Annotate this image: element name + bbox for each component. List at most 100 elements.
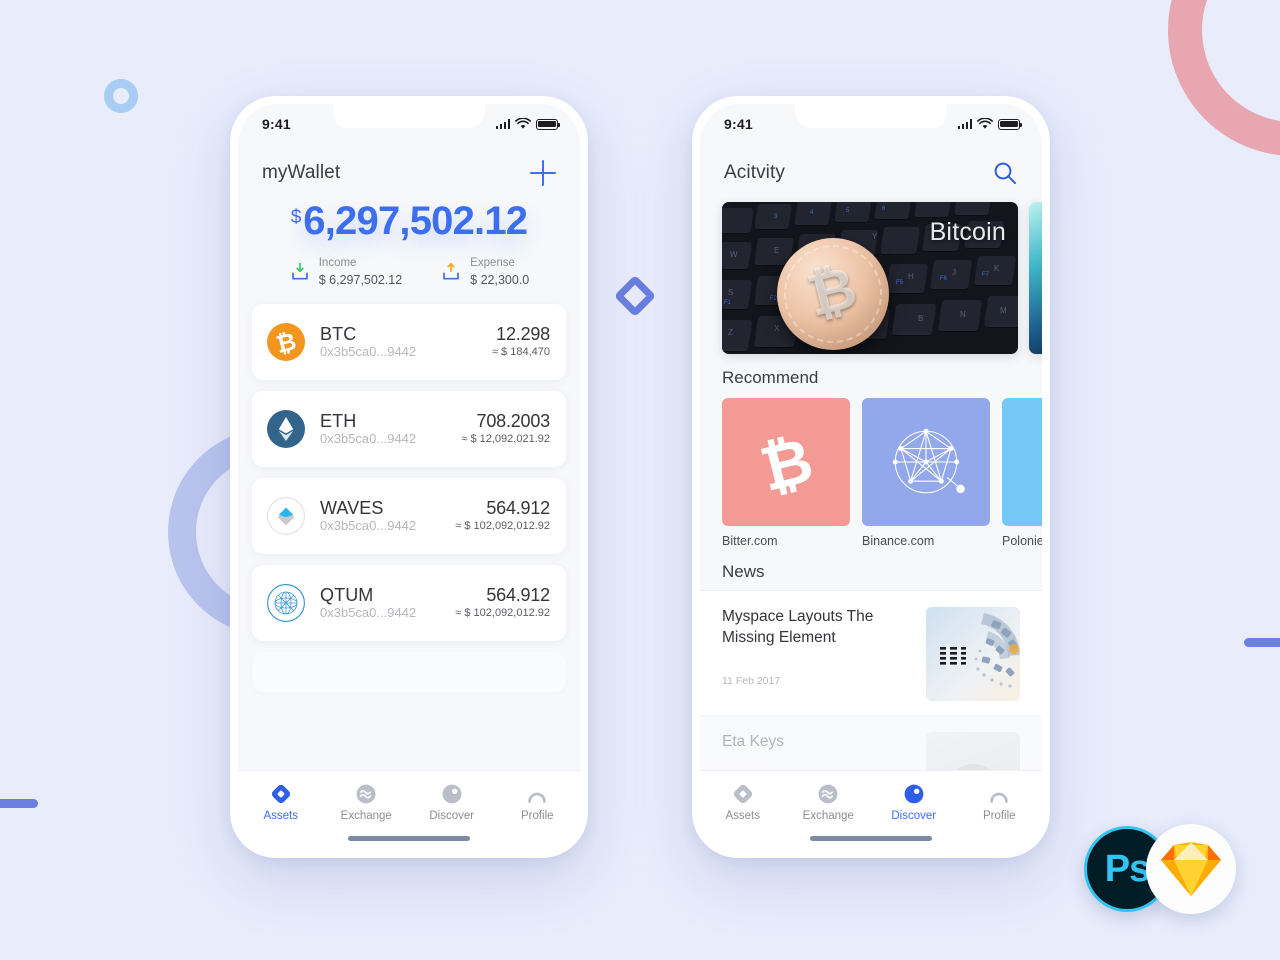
exchange-wave-icon [356,784,376,804]
tab-label: Profile [520,810,554,822]
list-item[interactable]: Myspace Layouts The Missing Element 11 F… [700,590,1042,715]
hero-card-bitcoin[interactable]: W E S Z X H J K B N M Y F1 F2 F5 F6 F7 3… [722,202,1018,354]
recommend-label: Binance.com [862,534,935,548]
qtum-coin-icon [267,584,305,623]
coin-symbol: QTUM [320,584,374,605]
coin-usd-value: ≈ $ 102,092,012.92 [455,606,550,619]
sketch-diamond-icon [1161,842,1221,896]
coin-amount: 564.912 [486,498,550,519]
coin-symbol: WAVES [320,497,384,518]
expense-upload-icon [443,263,460,280]
table-row-partial[interactable] [252,652,566,693]
wallet-header: myWallet [238,144,580,186]
expense-value: $ 22,300.0 [470,272,530,287]
page-title: myWallet [262,162,341,183]
recommend-label: Polonie [1002,534,1042,548]
expense-label: Expense [470,257,515,269]
eth-coin-icon [267,410,305,449]
news-thumbnail [926,607,1020,701]
expense-stat: Expense $ 22,300.0 [440,256,529,288]
assets-diamond-icon [271,784,290,804]
photoshop-label: Ps [1104,847,1150,890]
cellular-signal-icon [495,119,510,129]
bitcoin-coin-icon: ₿ [777,238,889,350]
sketch-badge [1146,824,1236,914]
tab-label: Assets [263,810,298,822]
income-label: Income [318,257,357,269]
coin-amount: 708.2003 [476,411,551,432]
tab-exchange[interactable]: Exchange [786,783,872,822]
phone-activity: 9:41 Acitvity W E S Z X H J K B N M Y F1… [692,96,1050,858]
tab-assets[interactable]: Assets [700,783,786,822]
binance-network-icon [892,428,965,494]
page-title: Acitvity [724,162,785,183]
tab-label: Assets [725,810,760,822]
home-indicator[interactable] [810,836,932,841]
coin-symbol: BTC [320,323,357,344]
decor-bar-right [1244,638,1280,647]
decor-diamond-outline [613,274,657,318]
poloniex-tile [1002,398,1042,526]
coin-address: 0x3b5ca0...9442 [320,518,417,534]
table-row[interactable]: QTUM 0x3b5ca0...9442 564.912 ≈ $ 102,092… [252,565,566,642]
tab-label: Discover [891,810,937,822]
profile-person-icon [528,792,547,803]
status-time: 9:41 [724,116,753,132]
coin-usd-value: ≈ $ 102,092,012.92 [455,519,550,532]
decor-blue-ring [104,79,138,113]
coin-address: 0x3b5ca0...9442 [320,605,417,621]
tab-bar-wallet: Assets Exchange Discover Profile [238,770,580,850]
tab-assets[interactable]: Assets [238,783,324,822]
activity-header: Acitvity [700,144,1042,186]
phone-wallet: 9:41 myWallet $ 6,297,502.12 Income $ 6,… [230,96,588,858]
recommend-item-binance[interactable]: Binance.com [862,398,990,548]
table-row[interactable]: ETH 0x3b5ca0...9442 708.2003 ≈ $ 12,092,… [252,391,566,468]
income-expense-row: Income $ 6,297,502.12 Expense $ 22,300.0 [238,242,580,288]
tab-profile[interactable]: Profile [957,783,1043,822]
cellular-signal-icon [957,119,972,129]
balance-amount: 6,297,502.12 [303,199,528,243]
exchange-wave-icon [818,784,838,804]
status-time: 9:41 [262,116,291,132]
recommend-carousel[interactable]: ₿ Bitter.com Binance.com Polonie [700,388,1042,548]
coin-symbol: ETH [320,410,357,431]
tab-label: Discover [429,810,475,822]
tab-discover[interactable]: Discover [871,783,957,822]
decor-bar-left [0,799,38,808]
ibm-server-photo [926,607,1020,701]
income-stat: Income $ 6,297,502.12 [289,256,402,288]
recommend-item-poloniex[interactable]: Polonie [1002,398,1042,548]
wallet-screen: 9:41 myWallet $ 6,297,502.12 Income $ 6,… [238,104,580,850]
news-title: Myspace Layouts The Missing Element [722,608,874,646]
plus-icon[interactable] [530,160,556,186]
canvas: 9:41 myWallet $ 6,297,502.12 Income $ 6,… [0,0,1280,960]
coin-amount: 12.298 [496,324,550,345]
recommend-item-bitter[interactable]: ₿ Bitter.com [722,398,850,548]
news-section-title: News [722,562,765,581]
recommend-section-title: Recommend [722,368,819,387]
discover-compass-icon [904,784,924,804]
battery-icon [536,118,561,130]
table-row[interactable]: ₿ BTC 0x3b5ca0...9442 12.298 ≈ $ 184,470 [252,304,566,381]
hero-card-next[interactable] [1029,202,1042,354]
tab-label: Exchange [802,810,854,822]
discover-compass-icon [442,784,462,804]
tab-discover[interactable]: Discover [409,783,495,822]
btc-coin-icon: ₿ [267,323,305,362]
home-indicator[interactable] [348,836,470,841]
tab-bar-activity: Assets Exchange Discover Profile [700,770,1042,850]
coin-list: ₿ BTC 0x3b5ca0...9442 12.298 ≈ $ 184,470 [238,288,580,693]
tab-exchange[interactable]: Exchange [324,783,410,822]
recommend-label: Bitter.com [722,534,778,548]
bitcoin-b-icon: ₿ [754,426,819,502]
table-row[interactable]: WAVES 0x3b5ca0...9442 564.912 ≈ $ 102,09… [252,478,566,555]
device-notch [795,104,947,128]
bitter-tile: ₿ [722,398,850,526]
hero-caption: Bitcoin [929,218,1006,246]
wifi-icon [977,118,993,129]
hero-carousel[interactable]: W E S Z X H J K B N M Y F1 F2 F5 F6 F7 3… [700,186,1042,354]
coin-address: 0x3b5ca0...9442 [320,431,417,447]
search-icon[interactable] [992,160,1018,186]
tab-profile[interactable]: Profile [495,783,581,822]
news-title: Eta Keys [722,733,785,750]
